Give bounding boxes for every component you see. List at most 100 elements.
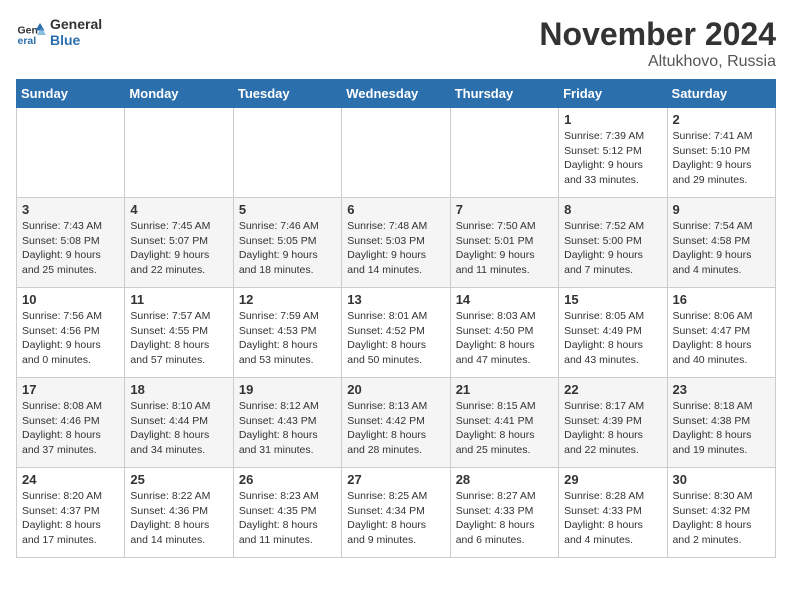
day-number: 28 [456,472,553,487]
calendar-cell [17,108,125,198]
calendar-day-header: Tuesday [233,80,341,108]
calendar-cell: 18 Sunrise: 8:10 AM Sunset: 4:44 PM Dayli… [125,378,233,468]
calendar-cell: 28 Sunrise: 8:27 AM Sunset: 4:33 PM Dayli… [450,468,558,558]
calendar-cell: 15 Sunrise: 8:05 AM Sunset: 4:49 PM Dayli… [559,288,667,378]
calendar-cell: 12Sunrise: 7:59 AM Sunset: 4:53 PM Dayli… [233,288,341,378]
day-number: 24 [22,472,119,487]
day-number: 10 [22,292,119,307]
day-info: Sunrise: 8:22 AM Sunset: 4:36 PM Dayligh… [130,489,227,548]
day-info: Sunrise: 8:17 AM Sunset: 4:39 PM Dayligh… [564,399,661,458]
calendar-day-header: Monday [125,80,233,108]
calendar-day-header: Wednesday [342,80,450,108]
location: Altukhovo, Russia [539,53,776,71]
calendar-cell: 27 Sunrise: 8:25 AM Sunset: 4:34 PM Dayli… [342,468,450,558]
calendar-cell: 29 Sunrise: 8:28 AM Sunset: 4:33 PM Dayli… [559,468,667,558]
day-number: 25 [130,472,227,487]
calendar-cell: 2Sunrise: 7:41 AM Sunset: 5:10 PM Daylig… [667,108,775,198]
calendar-week-row: 3 Sunrise: 7:43 AM Sunset: 5:08 PM Daylig… [17,198,776,288]
day-number: 18 [130,382,227,397]
calendar-cell [233,108,341,198]
svg-text:eral: eral [18,35,37,47]
day-info: Sunrise: 7:57 AM Sunset: 4:55 PM Dayligh… [130,309,227,368]
calendar-cell: 10 Sunrise: 7:56 AM Sunset: 4:56 PM Dayli… [17,288,125,378]
calendar-cell: 30 Sunrise: 8:30 AM Sunset: 4:32 PM Dayli… [667,468,775,558]
calendar-day-header: Sunday [17,80,125,108]
day-info: Sunrise: 8:12 AM Sunset: 4:43 PM Dayligh… [239,399,336,458]
calendar-cell: 23 Sunrise: 8:18 AM Sunset: 4:38 PM Dayli… [667,378,775,468]
calendar-cell: 16Sunrise: 8:06 AM Sunset: 4:47 PM Dayli… [667,288,775,378]
day-info: Sunrise: 7:52 AM Sunset: 5:00 PM Dayligh… [564,219,661,278]
day-info: Sunrise: 8:10 AM Sunset: 4:44 PM Dayligh… [130,399,227,458]
calendar-week-row: 1 Sunrise: 7:39 AM Sunset: 5:12 PM Daylig… [17,108,776,198]
day-info: Sunrise: 7:45 AM Sunset: 5:07 PM Dayligh… [130,219,227,278]
day-info: Sunrise: 8:18 AM Sunset: 4:38 PM Dayligh… [673,399,770,458]
day-number: 1 [564,112,661,127]
day-info: Sunrise: 7:39 AM Sunset: 5:12 PM Dayligh… [564,129,661,188]
day-number: 23 [673,382,770,397]
calendar-header-row: SundayMondayTuesdayWednesdayThursdayFrid… [17,80,776,108]
day-info: Sunrise: 8:05 AM Sunset: 4:49 PM Dayligh… [564,309,661,368]
calendar-cell: 4 Sunrise: 7:45 AM Sunset: 5:07 PM Daylig… [125,198,233,288]
calendar-cell: 8Sunrise: 7:52 AM Sunset: 5:00 PM Daylig… [559,198,667,288]
day-number: 26 [239,472,336,487]
day-info: Sunrise: 8:03 AM Sunset: 4:50 PM Dayligh… [456,309,553,368]
day-info: Sunrise: 7:43 AM Sunset: 5:08 PM Dayligh… [22,219,119,278]
logo-icon: Gen eral [16,17,46,47]
calendar-week-row: 10 Sunrise: 7:56 AM Sunset: 4:56 PM Dayli… [17,288,776,378]
day-number: 21 [456,382,553,397]
day-info: Sunrise: 8:30 AM Sunset: 4:32 PM Dayligh… [673,489,770,548]
day-number: 5 [239,202,336,217]
day-number: 9 [673,202,770,217]
day-number: 15 [564,292,661,307]
calendar-cell: 24 Sunrise: 8:20 AM Sunset: 4:37 PM Dayli… [17,468,125,558]
calendar-table: SundayMondayTuesdayWednesdayThursdayFrid… [16,79,776,558]
calendar-cell: 5 Sunrise: 7:46 AM Sunset: 5:05 PM Daylig… [233,198,341,288]
day-number: 4 [130,202,227,217]
day-number: 14 [456,292,553,307]
day-number: 3 [22,202,119,217]
day-number: 29 [564,472,661,487]
calendar-week-row: 17 Sunrise: 8:08 AM Sunset: 4:46 PM Dayli… [17,378,776,468]
calendar-body: 1 Sunrise: 7:39 AM Sunset: 5:12 PM Daylig… [17,108,776,558]
calendar-cell: 17 Sunrise: 8:08 AM Sunset: 4:46 PM Dayli… [17,378,125,468]
day-info: Sunrise: 7:48 AM Sunset: 5:03 PM Dayligh… [347,219,444,278]
day-info: Sunrise: 7:56 AM Sunset: 4:56 PM Dayligh… [22,309,119,368]
day-number: 17 [22,382,119,397]
day-info: Sunrise: 8:25 AM Sunset: 4:34 PM Dayligh… [347,489,444,548]
day-number: 30 [673,472,770,487]
day-info: Sunrise: 8:28 AM Sunset: 4:33 PM Dayligh… [564,489,661,548]
day-info: Sunrise: 8:06 AM Sunset: 4:47 PM Dayligh… [673,309,770,368]
day-info: Sunrise: 8:15 AM Sunset: 4:41 PM Dayligh… [456,399,553,458]
calendar-cell [342,108,450,198]
day-info: Sunrise: 7:46 AM Sunset: 5:05 PM Dayligh… [239,219,336,278]
day-info: Sunrise: 8:08 AM Sunset: 4:46 PM Dayligh… [22,399,119,458]
day-number: 20 [347,382,444,397]
logo: Gen eral General Blue [16,16,102,48]
calendar-cell: 25 Sunrise: 8:22 AM Sunset: 4:36 PM Dayli… [125,468,233,558]
calendar-cell [450,108,558,198]
month-title: November 2024 [539,16,776,53]
calendar-cell [125,108,233,198]
page-header: Gen eral General Blue November 2024 Altu… [16,16,776,71]
day-number: 2 [673,112,770,127]
day-info: Sunrise: 8:23 AM Sunset: 4:35 PM Dayligh… [239,489,336,548]
calendar-cell: 6 Sunrise: 7:48 AM Sunset: 5:03 PM Daylig… [342,198,450,288]
day-number: 6 [347,202,444,217]
calendar-day-header: Friday [559,80,667,108]
calendar-cell: 22Sunrise: 8:17 AM Sunset: 4:39 PM Dayli… [559,378,667,468]
calendar-cell: 9Sunrise: 7:54 AM Sunset: 4:58 PM Daylig… [667,198,775,288]
calendar-cell: 7Sunrise: 7:50 AM Sunset: 5:01 PM Daylig… [450,198,558,288]
calendar-cell: 1 Sunrise: 7:39 AM Sunset: 5:12 PM Daylig… [559,108,667,198]
calendar-cell: 26 Sunrise: 8:23 AM Sunset: 4:35 PM Dayli… [233,468,341,558]
calendar-cell: 3 Sunrise: 7:43 AM Sunset: 5:08 PM Daylig… [17,198,125,288]
day-info: Sunrise: 8:01 AM Sunset: 4:52 PM Dayligh… [347,309,444,368]
day-info: Sunrise: 8:27 AM Sunset: 4:33 PM Dayligh… [456,489,553,548]
day-info: Sunrise: 7:50 AM Sunset: 5:01 PM Dayligh… [456,219,553,278]
day-number: 27 [347,472,444,487]
day-info: Sunrise: 8:20 AM Sunset: 4:37 PM Dayligh… [22,489,119,548]
calendar-cell: 13Sunrise: 8:01 AM Sunset: 4:52 PM Dayli… [342,288,450,378]
calendar-cell: 14 Sunrise: 8:03 AM Sunset: 4:50 PM Dayli… [450,288,558,378]
day-number: 12 [239,292,336,307]
calendar-week-row: 24 Sunrise: 8:20 AM Sunset: 4:37 PM Dayli… [17,468,776,558]
calendar-cell: 19Sunrise: 8:12 AM Sunset: 4:43 PM Dayli… [233,378,341,468]
